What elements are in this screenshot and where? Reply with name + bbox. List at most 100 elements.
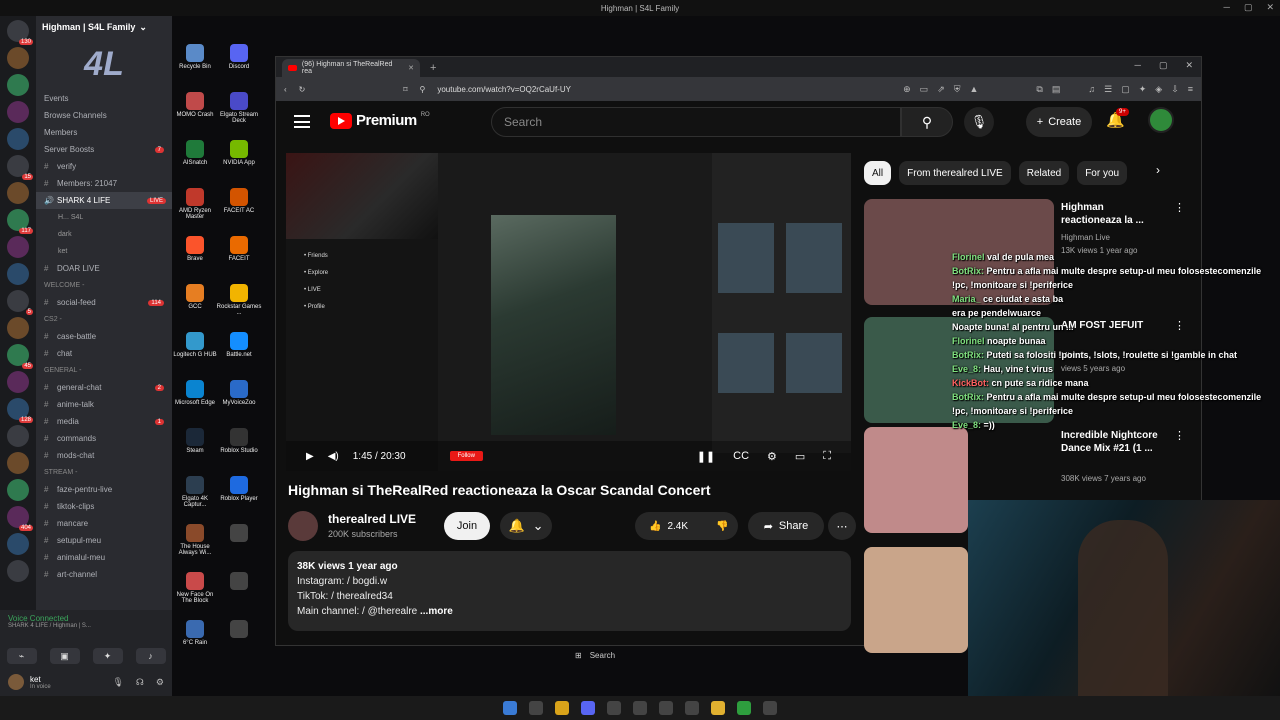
desktop-icon[interactable] xyxy=(216,524,262,544)
desktop-icon[interactable] xyxy=(216,572,262,592)
channel-item[interactable]: # art-channel xyxy=(36,566,172,583)
steam-icon[interactable] xyxy=(607,701,621,715)
server-icon[interactable]: 45 xyxy=(7,344,33,369)
desktop-icon[interactable]: New Face On The Block xyxy=(172,572,218,604)
recommendation-title[interactable]: Highman reactioneaza la ... xyxy=(1061,201,1161,227)
channel-item[interactable]: Events xyxy=(36,90,172,107)
filter-chip[interactable]: All xyxy=(864,161,892,185)
share-icon[interactable]: ⇗ xyxy=(937,84,945,95)
desktop-icon[interactable]: Brave xyxy=(172,236,218,262)
like-icon[interactable]: 👍 xyxy=(649,521,661,532)
youtube-logo[interactable]: Premium RO xyxy=(330,112,430,129)
more-options-button[interactable]: ⋯ xyxy=(828,512,856,540)
history-icon[interactable]: ☰ xyxy=(1104,84,1112,95)
video-thumbnail[interactable] xyxy=(864,427,968,533)
headset-icon[interactable]: ☊ xyxy=(136,677,144,688)
server-icon[interactable] xyxy=(7,425,29,447)
close-icon[interactable]: ✕ xyxy=(1185,60,1193,71)
channel-item[interactable]: # case-battle xyxy=(36,328,172,345)
channel-item[interactable]: # faze-pentru-live xyxy=(36,481,172,498)
desktop-icon[interactable]: MyVoiceZoo xyxy=(216,380,262,406)
server-icon[interactable] xyxy=(7,128,29,150)
tab-youtube[interactable]: (96) Highman si TheRealRed rea ✕ xyxy=(282,59,420,77)
channel-item[interactable]: # mods-chat xyxy=(36,447,172,464)
app-icon[interactable] xyxy=(763,701,777,715)
screen-share-icon[interactable]: ▣ xyxy=(49,648,80,664)
desktop-icon[interactable]: NVIDIA App xyxy=(216,140,262,166)
music-icon[interactable]: ♫ xyxy=(1088,84,1095,95)
filter-chip[interactable]: For you xyxy=(1077,161,1128,185)
server-icon[interactable]: 15 xyxy=(7,155,33,180)
reload-icon[interactable]: ↻ xyxy=(299,85,306,94)
cast-icon[interactable]: ▭ xyxy=(920,84,929,95)
site-info-icon[interactable]: ⚲ xyxy=(419,85,425,94)
desktop-icon[interactable] xyxy=(216,620,262,640)
url-field[interactable]: youtube.com/watch?v=OQ2rCaUf-UY xyxy=(437,85,891,94)
desktop-icon[interactable]: Recycle Bin xyxy=(172,44,218,70)
server-icon[interactable] xyxy=(7,479,29,501)
volume-icon[interactable]: ◀) xyxy=(328,451,339,462)
channel-item[interactable]: # setupul-meu xyxy=(36,532,172,549)
server-icon[interactable] xyxy=(7,533,29,555)
server-icon[interactable] xyxy=(7,263,29,285)
description-box[interactable]: 38K views 1 year ago Instagram: / bogdi.… xyxy=(288,551,851,631)
channel-item[interactable]: # general-chat 2 xyxy=(36,379,172,396)
desktop-icon[interactable]: Roblox Player xyxy=(216,476,262,502)
category-header[interactable]: WELCOME - xyxy=(36,277,172,294)
desktop-icon[interactable]: GCC xyxy=(172,284,218,310)
subscribed-button[interactable]: 🔔 ⌄ xyxy=(500,512,552,540)
desktop-icon[interactable]: Microsoft Edge xyxy=(172,380,218,406)
voice-user[interactable]: H... S4L xyxy=(36,209,172,226)
triangle-icon[interactable]: ▲ xyxy=(970,84,979,95)
voice-user[interactable]: dark xyxy=(36,226,172,243)
desktop-icon[interactable]: Rockstar Games ... xyxy=(216,284,262,316)
app-icon[interactable] xyxy=(659,701,673,715)
desktop-icon[interactable]: Roblox Studio xyxy=(216,428,262,454)
mic-icon[interactable]: 🎙 xyxy=(112,677,123,688)
channel-avatar[interactable] xyxy=(288,511,318,541)
server-icon[interactable] xyxy=(7,317,29,339)
like-count[interactable]: 2.4K xyxy=(667,521,688,532)
server-icon[interactable] xyxy=(7,560,29,582)
channel-item[interactable]: # mancare xyxy=(36,515,172,532)
folder-icon[interactable] xyxy=(711,701,725,715)
search-input[interactable]: Search xyxy=(491,107,901,137)
desktop-icon[interactable]: Elgato 4K Captur... xyxy=(172,476,218,508)
play-icon[interactable]: ▶ xyxy=(306,451,314,462)
create-button[interactable]: + Create xyxy=(1026,107,1092,137)
server-icon[interactable]: 130 xyxy=(7,20,33,45)
puzzle-icon[interactable]: ⧉ xyxy=(1036,84,1042,95)
wallet-icon[interactable]: ◈ xyxy=(1155,84,1162,95)
minimize-icon[interactable]: ─ xyxy=(1135,60,1141,71)
recommendation-channel[interactable]: Highman Live xyxy=(1061,233,1110,242)
search-icon[interactable] xyxy=(529,701,543,715)
filter-chip[interactable]: Related xyxy=(1018,161,1070,185)
channel-name[interactable]: therealred LIVE xyxy=(328,512,416,526)
server-header[interactable]: Highman | S4L Family ⌄ xyxy=(36,16,172,38)
channel-item[interactable]: Server Boosts 7 xyxy=(36,141,172,158)
hamburger-icon[interactable] xyxy=(294,115,310,128)
chevron-right-icon[interactable]: › xyxy=(1156,163,1160,177)
follow-button[interactable]: Follow xyxy=(449,451,483,461)
voice-user[interactable]: ket xyxy=(36,243,172,260)
desktop-icon[interactable]: MOMO Crash xyxy=(172,92,218,118)
channel-item[interactable]: Browse Channels xyxy=(36,107,172,124)
windows-icon[interactable]: ⊞ xyxy=(575,651,582,660)
server-icon[interactable]: 117 xyxy=(7,209,33,234)
theater-icon[interactable]: ▭ xyxy=(795,450,805,463)
channel-item[interactable]: # DOAR LIVE xyxy=(36,260,172,277)
desktop-icon[interactable]: Steam xyxy=(172,428,218,454)
camera-icon[interactable]: ⌁ xyxy=(6,648,37,664)
category-header[interactable]: GENERAL - xyxy=(36,362,172,379)
category-header[interactable]: CS2 - xyxy=(36,311,172,328)
video-thumbnail[interactable] xyxy=(864,547,968,653)
channel-item[interactable]: Members xyxy=(36,124,172,141)
new-tab-icon[interactable]: + xyxy=(430,62,436,74)
zoom-icon[interactable]: ⊕ xyxy=(903,84,911,95)
server-icon[interactable] xyxy=(7,371,29,393)
close-icon[interactable]: ✕ xyxy=(408,64,414,72)
app-icon[interactable] xyxy=(633,701,647,715)
menu-icon[interactable]: ≡ xyxy=(1188,84,1193,95)
app-icon[interactable] xyxy=(685,701,699,715)
gear-icon[interactable]: ⚙ xyxy=(767,450,777,463)
